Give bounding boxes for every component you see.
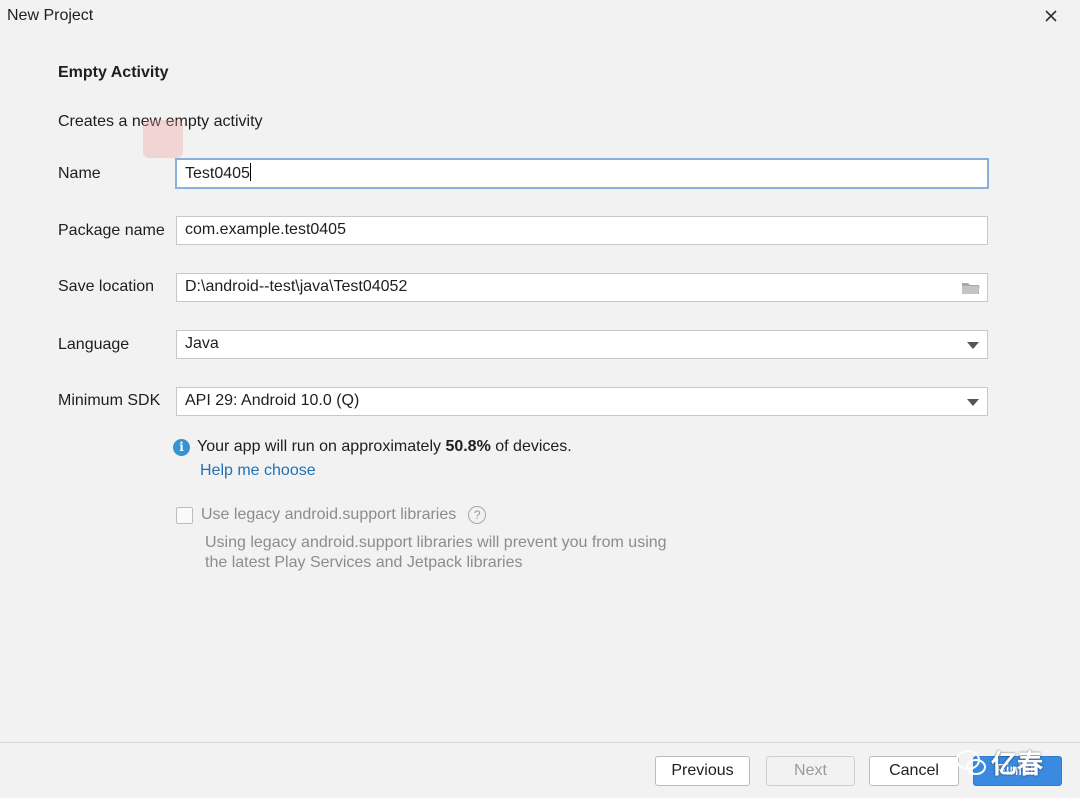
name-label: Name: [58, 165, 101, 182]
language-label: Language: [58, 336, 130, 353]
window-title: New Project: [7, 7, 94, 24]
chevron-down-icon: [967, 342, 979, 349]
help-icon[interactable]: ?: [468, 506, 487, 524]
package-name-value: com.example.test0405: [185, 221, 346, 238]
text-caret: [249, 163, 251, 181]
legacy-support-label: Use legacy android.support libraries: [201, 506, 457, 523]
coverage-suffix: of devices.: [490, 438, 572, 455]
save-location-field[interactable]: D:\android--test\java\Test04052: [176, 273, 988, 302]
folder-icon[interactable]: [961, 280, 981, 296]
save-location-label: Save location: [58, 278, 155, 295]
search-overlay-icon: [143, 120, 183, 158]
watermark-text: 亿春: [991, 749, 1044, 779]
minimum-sdk-value: API 29: Android 10.0 (Q): [185, 392, 360, 409]
legacy-support-option[interactable]: Use legacy android.support libraries ?: [176, 506, 487, 524]
next-button[interactable]: Next: [766, 756, 855, 786]
title-bar: New Project: [0, 0, 1080, 34]
device-coverage-info: i Your app will run on approximately 50.…: [173, 438, 572, 456]
coverage-prefix: Your app will run on approximately: [197, 438, 446, 455]
template-heading: Empty Activity: [58, 64, 169, 81]
previous-button[interactable]: Previous: [655, 756, 750, 786]
help-me-choose-link[interactable]: Help me choose: [200, 462, 316, 480]
save-location-value: D:\android--test\java\Test04052: [185, 278, 408, 295]
language-select[interactable]: Java: [176, 330, 988, 359]
coverage-percent: 50.8%: [445, 438, 491, 455]
minimum-sdk-select[interactable]: API 29: Android 10.0 (Q): [176, 387, 988, 416]
package-name-label: Package name: [58, 222, 165, 239]
legacy-note-line-2: the latest Play Services and Jetpack lib…: [205, 554, 523, 571]
name-value: Test0405: [185, 165, 250, 182]
legacy-support-checkbox[interactable]: [176, 506, 193, 524]
legacy-note-line-1: Using legacy android.support libraries w…: [205, 534, 667, 551]
wechat-icon: [956, 749, 986, 775]
name-field[interactable]: Test0405: [175, 158, 989, 189]
bottom-strip: [0, 798, 1080, 808]
package-name-field[interactable]: com.example.test0405: [176, 216, 988, 245]
watermark: 亿春: [955, 744, 1043, 781]
cancel-button[interactable]: Cancel: [869, 756, 959, 786]
info-icon: i: [173, 438, 190, 456]
chevron-down-icon: [967, 399, 979, 406]
close-icon[interactable]: [1038, 3, 1064, 29]
minimum-sdk-label: Minimum SDK: [58, 392, 161, 409]
language-value: Java: [185, 335, 219, 352]
